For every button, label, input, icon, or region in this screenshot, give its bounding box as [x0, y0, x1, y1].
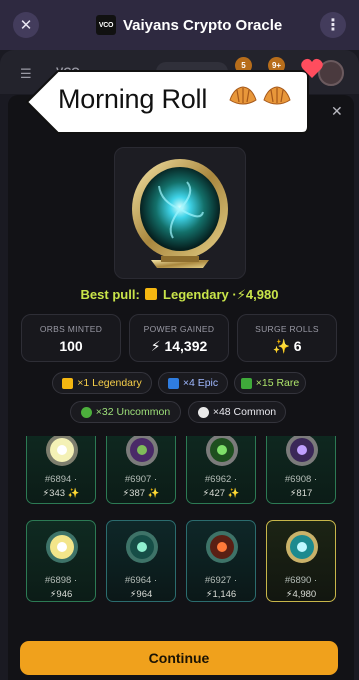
- more-options-button[interactable]: ⋮: [320, 12, 346, 38]
- orb-card[interactable]: #6894 · ⚡343 ✨: [26, 436, 96, 504]
- app-title: Vaiyans Crypto Oracle: [123, 16, 283, 34]
- stat-value: 100: [59, 338, 83, 354]
- orb-power: ⚡964: [129, 589, 153, 600]
- orb-power: ⚡387 ✨: [122, 488, 160, 499]
- more-vertical-icon: ⋮: [325, 17, 341, 34]
- stat-label: ORBS MINTED: [39, 324, 103, 334]
- stat-value: 6: [293, 338, 302, 354]
- app-logo-icon: VCO: [96, 15, 116, 35]
- stat-surge-rolls: SURGE ROLLS ✨ 6: [237, 314, 337, 362]
- rarity-pill-uncommon: ×32 Uncommon: [70, 401, 181, 423]
- orb-card[interactable]: #6907 · ⚡387 ✨: [106, 436, 176, 504]
- orb-id: #6898 ·: [44, 575, 78, 586]
- orb-id: #6890 ·: [284, 575, 318, 586]
- best-pull-prefix: Best pull:: [80, 287, 140, 302]
- orb-card[interactable]: #6908 · ⚡817: [266, 436, 336, 504]
- best-pull-rarity: Legendary: [163, 287, 229, 302]
- legendary-square-icon: [62, 377, 74, 389]
- orb-card[interactable]: #6927 · ⚡1,146: [186, 520, 256, 602]
- rare-square-icon: [240, 377, 252, 389]
- rarity-label: ×48 Common: [212, 406, 277, 418]
- croissant-icon: [229, 86, 257, 105]
- orb-power: ⚡427 ✨: [202, 488, 240, 499]
- app-logo-text: VCO: [98, 21, 114, 29]
- orb-icon: [286, 436, 318, 466]
- best-orb-card: [114, 147, 246, 279]
- orb-card[interactable]: #6962 · ⚡427 ✨: [186, 436, 256, 504]
- common-circle-icon: [197, 406, 209, 418]
- stat-label: POWER GAINED: [143, 324, 215, 334]
- orb-card[interactable]: #6890 · ⚡4,980: [266, 520, 336, 602]
- heart-icon: [301, 58, 323, 78]
- lightning-icon: ⚡: [150, 338, 165, 354]
- modal-close-icon[interactable]: ✕: [331, 103, 343, 120]
- rarity-label: ×32 Uncommon: [95, 406, 171, 418]
- sparkle-icon: ✨: [147, 488, 160, 499]
- app-title-group: VCO Vaiyans Crypto Oracle: [96, 15, 282, 35]
- rarity-label: ×15 Rare: [255, 377, 300, 389]
- stat-value-group: ✨ 6: [238, 338, 336, 355]
- orb-icon: [286, 531, 318, 563]
- rarity-pill-rare: ×15 Rare: [234, 372, 306, 394]
- best-pull-value: 4,980: [245, 287, 279, 302]
- orb-icon: [46, 436, 78, 466]
- best-pull-line: Best pull: Legendary ·⚡4,980: [0, 287, 359, 303]
- stat-label: SURGE ROLLS: [255, 324, 319, 334]
- orb-id: #6962 ·: [204, 474, 238, 485]
- portal-orb-icon: [132, 159, 228, 268]
- stat-value-group: ⚡ 14,392: [130, 338, 228, 355]
- stat-value: 14,392: [164, 338, 208, 354]
- croissant-icon: [263, 86, 291, 105]
- epic-square-icon: [167, 377, 179, 389]
- orb-power: ⚡343 ✨: [42, 488, 80, 499]
- orb-power: ⚡4,980: [285, 589, 317, 600]
- lightning-icon: ⚡: [236, 287, 246, 302]
- orb-id: #6894 ·: [44, 474, 78, 485]
- orb-id: #6908 ·: [284, 474, 318, 485]
- orb-power: ⚡1,146: [205, 589, 237, 600]
- close-icon: ✕: [19, 17, 33, 34]
- orb-card[interactable]: #6964 · ⚡964: [106, 520, 176, 602]
- bubble-text: Morning Roll: [58, 84, 208, 114]
- rarity-pill-epic: ×4 Epic: [158, 372, 228, 394]
- app-bar: ✕ VCO Vaiyans Crypto Oracle ⋮: [0, 0, 359, 50]
- orb-card[interactable]: #6898 · ⚡946: [26, 520, 96, 602]
- sparkle-icon: ✨: [227, 488, 240, 499]
- orb-id: #6964 ·: [124, 575, 158, 586]
- close-button[interactable]: ✕: [13, 12, 39, 38]
- orb-power: ⚡946: [49, 589, 73, 600]
- rarity-pill-legendary: ×1 Legendary: [52, 372, 152, 394]
- orb-icon: [126, 531, 158, 563]
- orb-power: ⚡817: [289, 488, 313, 499]
- stat-orbs-minted: ORBS MINTED 100: [21, 314, 121, 362]
- orb-icon: [126, 436, 158, 466]
- stat-power-gained: POWER GAINED ⚡ 14,392: [129, 314, 229, 362]
- orb-icon: [206, 531, 238, 563]
- legendary-square-icon: [145, 288, 158, 300]
- orb-id: #6907 ·: [124, 474, 158, 485]
- continue-button[interactable]: Continue: [20, 641, 338, 675]
- rarity-pill-common: ×48 Common: [188, 401, 286, 423]
- sparkle-icon: ✨: [272, 338, 294, 354]
- uncommon-circle-icon: [80, 406, 92, 418]
- orb-icon: [46, 531, 78, 563]
- orb-id: #6927 ·: [204, 575, 238, 586]
- rarity-label: ×4 Epic: [182, 377, 219, 389]
- orb-icon: [206, 436, 238, 466]
- rarity-label: ×1 Legendary: [77, 377, 142, 389]
- sparkle-icon: ✨: [67, 488, 80, 499]
- orb-grid[interactable]: #6894 · ⚡343 ✨ #6907 · ⚡387 ✨ #6962 · ⚡4…: [18, 436, 339, 613]
